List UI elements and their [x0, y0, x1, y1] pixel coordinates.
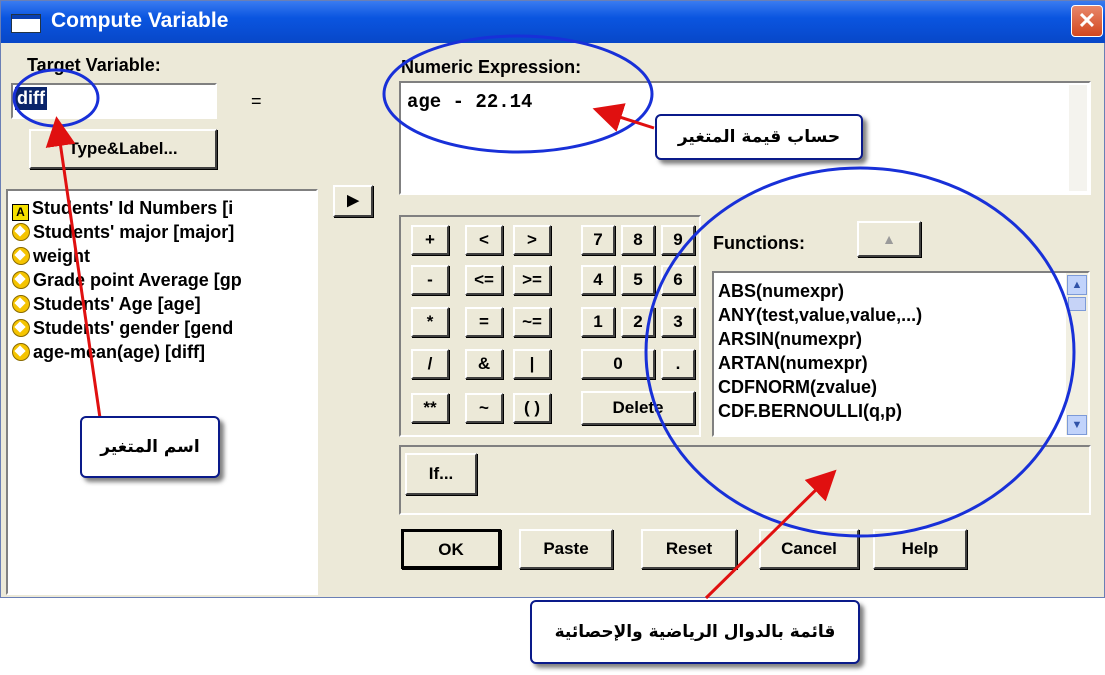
variable-name-arrow [45, 116, 102, 419]
callout-variable-name: اسم المتغير [80, 416, 220, 478]
annotation-overlay [12, 34, 1076, 600]
target-highlight-ellipse [12, 68, 100, 128]
callout-functions-list: قائمة بالدوال الرياضية والإحصائية [530, 600, 860, 664]
functions-highlight-ellipse [644, 166, 1076, 538]
expression-highlight-ellipse [382, 34, 654, 154]
callout-expression-value: حساب قيمة المتغير [655, 114, 863, 160]
